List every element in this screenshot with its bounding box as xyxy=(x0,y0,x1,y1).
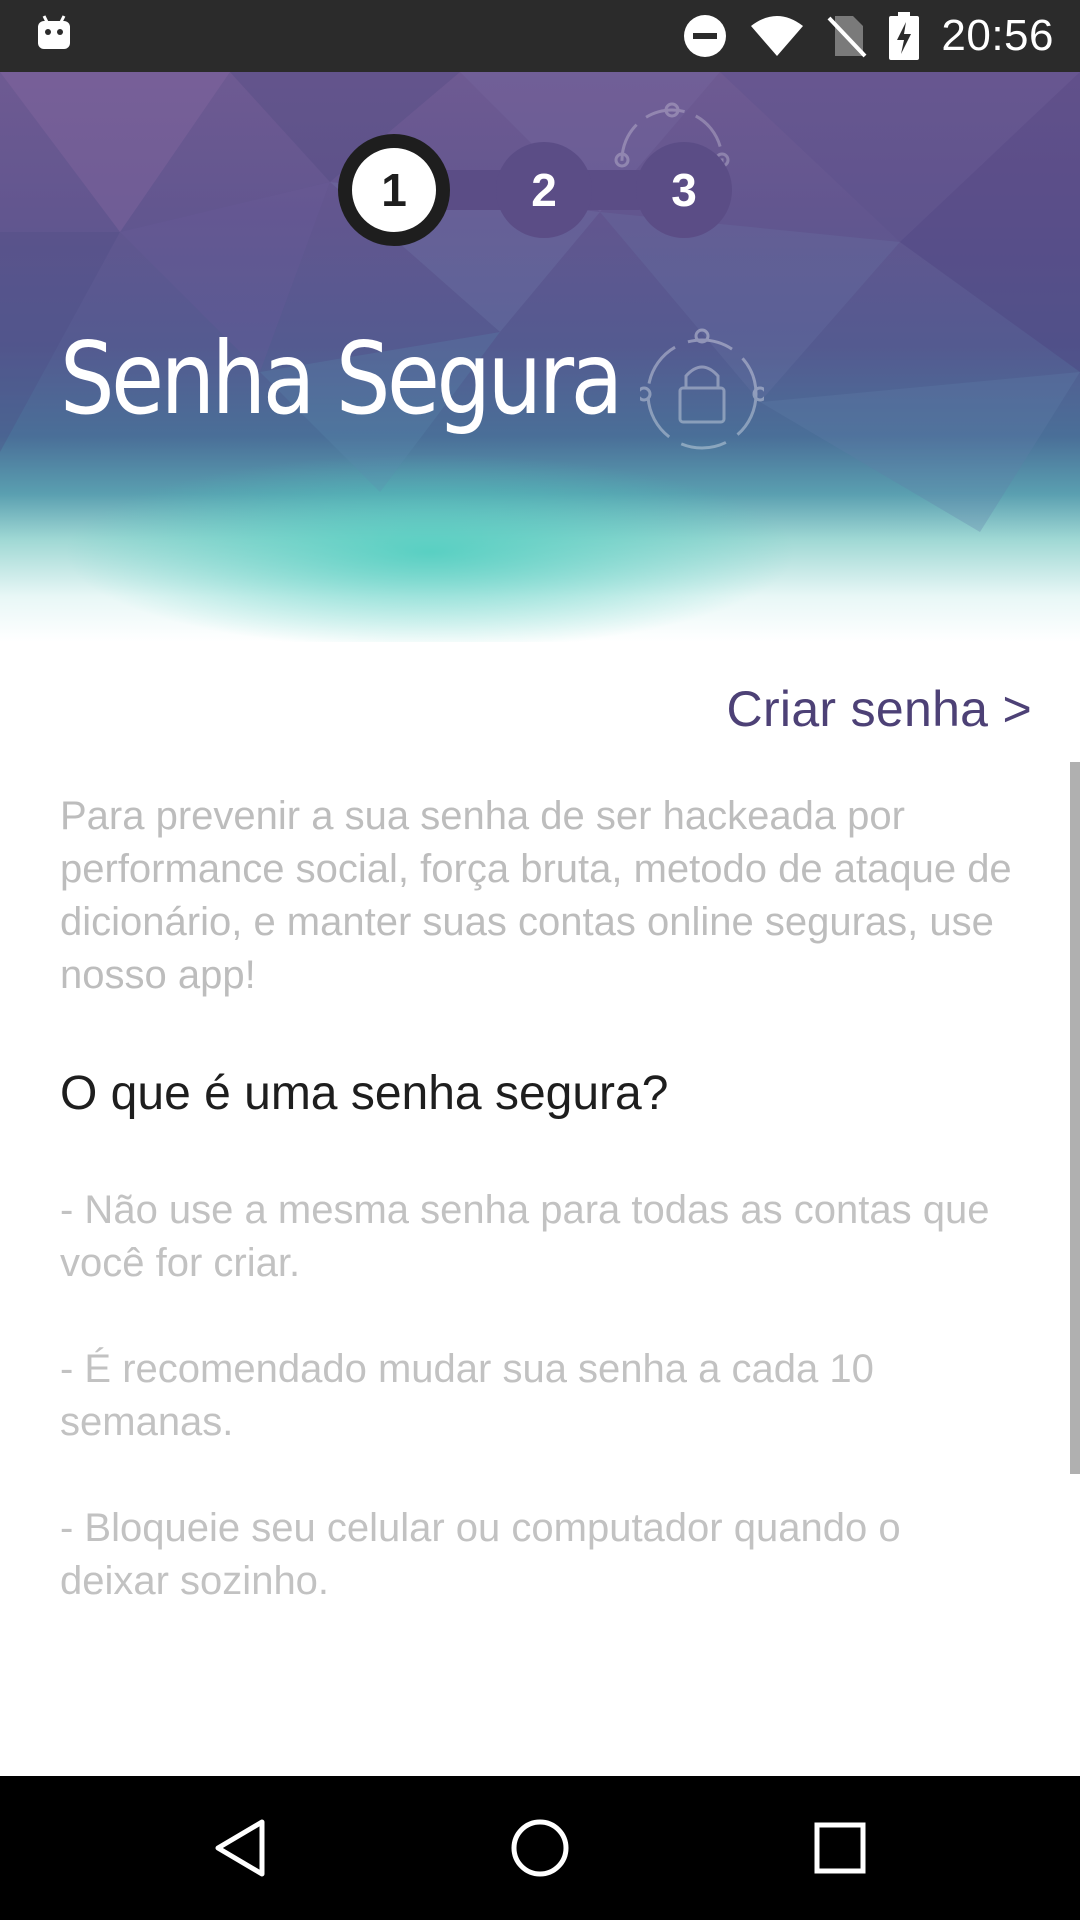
create-password-link[interactable]: Criar senha > xyxy=(727,680,1032,738)
tip-item: - Não use a mesma senha para todas as co… xyxy=(60,1188,990,1285)
step-indicator: 1 2 3 xyxy=(338,134,738,246)
back-icon xyxy=(215,1819,265,1877)
content-body: Para prevenir a sua senha de ser hackead… xyxy=(60,790,1020,1608)
do-not-disturb-icon xyxy=(683,14,727,58)
tip-item: - Bloqueie seu celular ou computador qua… xyxy=(60,1506,901,1603)
step-3[interactable]: 3 xyxy=(636,142,732,238)
intro-text: Para prevenir a sua senha de ser hackead… xyxy=(60,794,1012,997)
wifi-icon xyxy=(749,14,805,58)
battery-charging-icon xyxy=(889,12,920,60)
recents-button[interactable] xyxy=(760,1776,920,1920)
step-2[interactable]: 2 xyxy=(496,142,592,238)
section-heading: O que é uma senha segura? xyxy=(60,1067,669,1120)
header-banner: 1 2 3 Senha Segura xyxy=(0,72,1080,642)
status-time: 20:56 xyxy=(941,11,1054,60)
no-sim-icon xyxy=(827,14,867,58)
navigation-bar xyxy=(0,1776,1080,1920)
step-1-active[interactable]: 1 xyxy=(338,134,450,246)
lock-icon xyxy=(640,328,764,450)
recents-icon xyxy=(814,1822,866,1874)
back-button[interactable] xyxy=(160,1776,320,1920)
status-bar: 20:56 xyxy=(0,0,1080,72)
android-notification-icon xyxy=(34,12,74,52)
home-icon xyxy=(511,1819,569,1877)
scrollbar[interactable] xyxy=(1070,762,1080,1474)
home-button[interactable] xyxy=(460,1776,620,1920)
tip-item: - É recomendado mudar sua senha a cada 1… xyxy=(60,1347,874,1444)
page-title: Senha Segura xyxy=(60,320,623,437)
app-screen: 20:56 1 2 3 Senha Segura Criar senha > P… xyxy=(0,0,1080,1920)
